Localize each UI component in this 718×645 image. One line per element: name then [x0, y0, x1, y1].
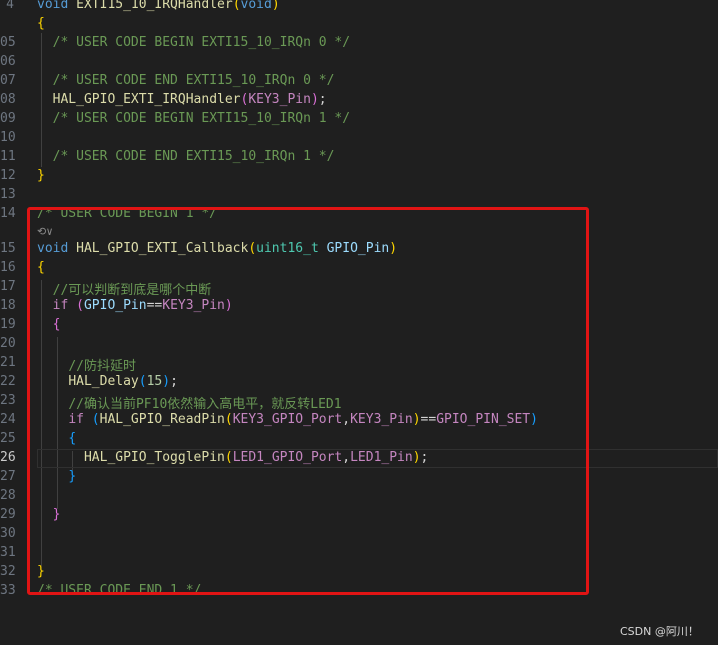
- line-number: 06: [0, 54, 16, 69]
- line-number: 17: [0, 279, 16, 294]
- line-number: 30: [0, 526, 16, 541]
- code-editor[interactable]: 4 05 06 07 08 09 10 11 12 13 14 15 16 17…: [0, 0, 718, 645]
- line-number-current: 26: [0, 450, 16, 465]
- line-number: 18: [0, 298, 16, 313]
- line-number: 07: [0, 73, 16, 88]
- line-number: 19: [0, 317, 16, 332]
- line-number: 12: [0, 168, 16, 183]
- code-line[interactable]: HAL_GPIO_EXTI_IRQHandler(KEY3_Pin);: [37, 92, 327, 107]
- line-number: 23: [0, 393, 16, 408]
- line-number: 22: [0, 374, 16, 389]
- line-number: 28: [0, 488, 16, 503]
- line-number: 05: [0, 35, 16, 50]
- line-number: 4: [6, 0, 14, 12]
- code-line[interactable]: /* USER CODE END EXTI15_10_IRQn 1 */: [37, 149, 335, 164]
- code-line[interactable]: {: [37, 16, 45, 31]
- line-number: 29: [0, 507, 16, 522]
- line-number: 21: [0, 355, 16, 370]
- highlight-box: [27, 207, 589, 595]
- line-number: 27: [0, 469, 16, 484]
- line-number: 09: [0, 111, 16, 126]
- line-number: 15: [0, 241, 16, 256]
- line-number: 32: [0, 564, 16, 579]
- line-number: 31: [0, 545, 16, 560]
- line-number: 14: [0, 206, 16, 221]
- code-line[interactable]: }: [37, 168, 45, 183]
- line-number: 20: [0, 336, 16, 351]
- line-number: 11: [0, 149, 16, 164]
- line-number: 08: [0, 92, 16, 107]
- line-number: 13: [0, 187, 16, 202]
- line-number: 24: [0, 412, 16, 427]
- line-number: 25: [0, 431, 16, 446]
- line-number: 16: [0, 260, 16, 275]
- line-number: 33: [0, 583, 16, 598]
- watermark: CSDN @阿川！: [620, 625, 699, 638]
- code-line[interactable]: void EXTI15_10_IRQHandler(void): [37, 0, 280, 12]
- code-line[interactable]: /* USER CODE BEGIN EXTI15_10_IRQn 1 */: [37, 111, 350, 126]
- code-line[interactable]: /* USER CODE BEGIN EXTI15_10_IRQn 0 */: [37, 35, 350, 50]
- line-number: 10: [0, 130, 16, 145]
- code-line[interactable]: /* USER CODE END EXTI15_10_IRQn 0 */: [37, 73, 335, 88]
